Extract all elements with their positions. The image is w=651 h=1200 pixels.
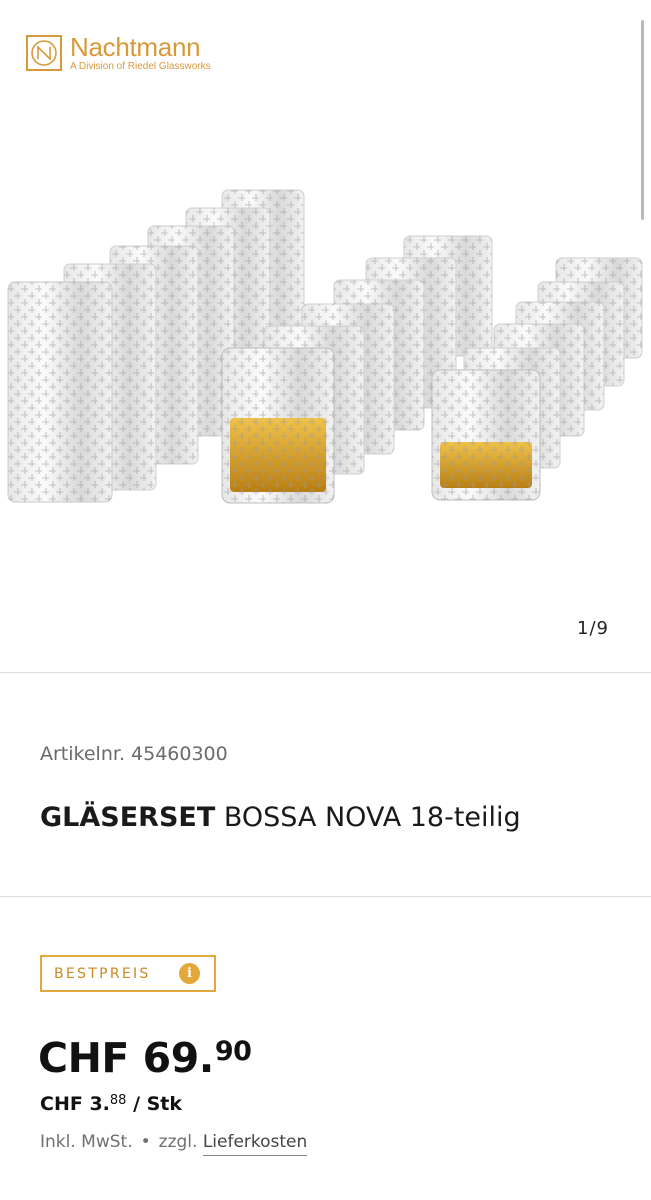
brand-name: Nachtmann bbox=[70, 32, 201, 62]
product-title-bold: GLÄSERSET bbox=[40, 802, 216, 834]
badge-label: BESTPREIS bbox=[54, 965, 151, 982]
brand-emblem-icon bbox=[26, 35, 62, 71]
price-main: CHF 69. bbox=[38, 1034, 214, 1082]
brand-subtitle: A Division of Riedel Glassworks bbox=[70, 61, 211, 72]
tax-text: Inkl. MwSt. bbox=[40, 1132, 133, 1152]
brand-logo: Nachtmann A Division of Riedel Glasswork… bbox=[26, 34, 211, 72]
divider bbox=[0, 896, 651, 897]
article-number: Artikelnr. 45460300 bbox=[40, 743, 228, 765]
product-title-rest: BOSSA NOVA 18-teilig bbox=[223, 802, 521, 834]
price: CHF 69.90 bbox=[38, 1034, 252, 1082]
unit-price-main: CHF 3. bbox=[40, 1093, 110, 1115]
unit-price-cents: 88 bbox=[109, 1093, 127, 1108]
unit-price: CHF 3.88 / Stk bbox=[40, 1093, 182, 1115]
unit-price-suffix: / Stk bbox=[133, 1093, 183, 1115]
shipping-prefix: zzgl. bbox=[158, 1132, 198, 1152]
product-image[interactable] bbox=[0, 180, 651, 520]
tax-info: Inkl. MwSt. • zzgl. Lieferkosten bbox=[40, 1132, 308, 1156]
product-gallery[interactable]: Nachtmann A Division of Riedel Glasswork… bbox=[0, 0, 651, 672]
image-counter: 1/9 bbox=[577, 618, 609, 639]
product-title: GLÄSERSET BOSSA NOVA 18-teilig bbox=[40, 802, 521, 833]
shipping-costs-link[interactable]: Lieferkosten bbox=[202, 1132, 308, 1156]
separator-dot: • bbox=[140, 1132, 151, 1152]
bestpreis-badge: BESTPREIS i bbox=[40, 955, 216, 992]
divider bbox=[0, 672, 651, 673]
info-icon[interactable]: i bbox=[179, 963, 200, 984]
price-cents: 90 bbox=[214, 1036, 252, 1067]
